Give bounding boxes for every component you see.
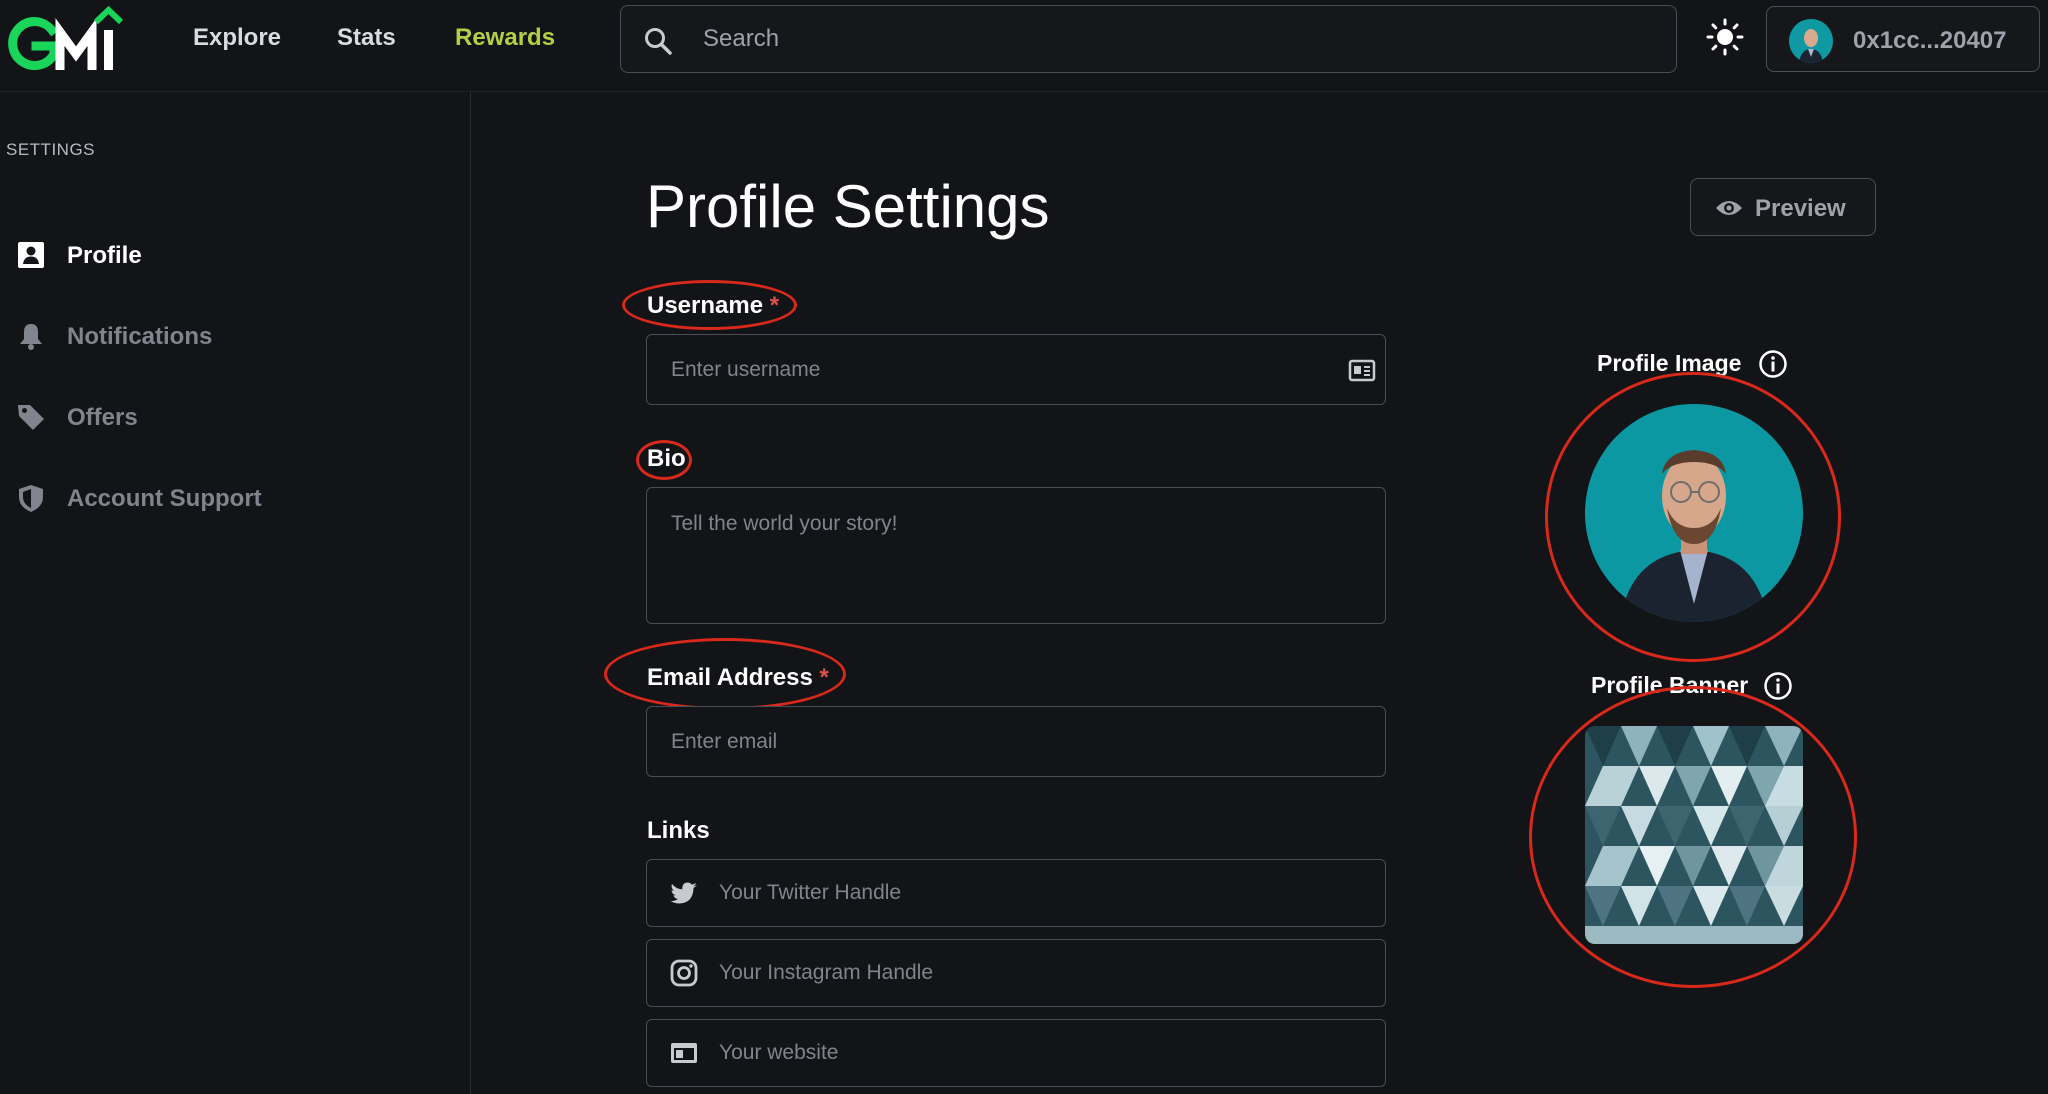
required-mark: * bbox=[819, 664, 829, 691]
instagram-field[interactable] bbox=[646, 939, 1386, 1007]
search-bar[interactable] bbox=[620, 5, 1677, 73]
wallet-button[interactable]: 0x1cc...20407 bbox=[1766, 6, 2040, 72]
sidebar-item-label: Account Support bbox=[67, 485, 262, 512]
avatar bbox=[1789, 19, 1833, 63]
preview-label: Preview bbox=[1755, 195, 1846, 222]
website-icon bbox=[669, 1038, 699, 1068]
email-label: Email Address * bbox=[647, 664, 829, 692]
email-input[interactable] bbox=[671, 707, 1361, 776]
top-header: Explore Stats Rewards 0x1 bbox=[0, 0, 2048, 92]
instagram-icon bbox=[669, 958, 699, 988]
profile-card-icon bbox=[16, 240, 46, 270]
email-label-text: Email Address bbox=[647, 664, 813, 691]
website-input[interactable] bbox=[719, 1020, 1359, 1086]
bio-field[interactable] bbox=[646, 487, 1386, 624]
sidebar-item-label: Profile bbox=[67, 242, 142, 269]
nav-stats[interactable]: Stats bbox=[337, 24, 396, 52]
eye-icon bbox=[1715, 196, 1743, 220]
twitter-input[interactable] bbox=[719, 860, 1359, 926]
preview-button[interactable]: Preview bbox=[1690, 178, 1876, 236]
twitter-icon bbox=[669, 878, 699, 908]
search-input[interactable] bbox=[703, 6, 1643, 72]
instagram-input[interactable] bbox=[719, 940, 1359, 1006]
bio-textarea[interactable] bbox=[671, 512, 1361, 612]
gmi-logo[interactable] bbox=[8, 4, 130, 76]
website-field[interactable] bbox=[646, 1019, 1386, 1087]
bio-label: Bio bbox=[647, 445, 686, 472]
info-icon[interactable] bbox=[1758, 349, 1788, 379]
username-label: Username * bbox=[647, 292, 779, 320]
required-mark: * bbox=[769, 292, 780, 319]
profile-image-label: Profile Image bbox=[1597, 350, 1742, 376]
sidebar-item-notifications[interactable]: Notifications bbox=[0, 306, 471, 366]
profile-image[interactable] bbox=[1585, 404, 1803, 622]
wallet-address: 0x1cc...20407 bbox=[1853, 27, 2007, 54]
settings-sidebar: SETTINGS Profile Notifications Offers Ac… bbox=[0, 92, 471, 1094]
sidebar-title: SETTINGS bbox=[6, 140, 96, 159]
username-label-text: Username bbox=[647, 292, 764, 319]
username-input[interactable] bbox=[671, 335, 1311, 404]
profile-banner-label: Profile Banner bbox=[1591, 672, 1749, 698]
sidebar-item-profile[interactable]: Profile bbox=[0, 225, 471, 285]
nav-rewards[interactable]: Rewards bbox=[455, 24, 555, 52]
search-icon bbox=[643, 26, 673, 56]
info-icon[interactable] bbox=[1763, 671, 1793, 701]
sidebar-item-account-support[interactable]: Account Support bbox=[0, 468, 471, 528]
page-title: Profile Settings bbox=[646, 173, 1050, 240]
links-label: Links bbox=[647, 817, 710, 844]
twitter-field[interactable] bbox=[646, 859, 1386, 927]
tag-icon bbox=[16, 402, 46, 432]
bell-icon bbox=[16, 321, 46, 351]
sun-icon[interactable] bbox=[1706, 18, 1744, 56]
username-field[interactable] bbox=[646, 334, 1386, 405]
sidebar-item-label: Offers bbox=[67, 404, 138, 431]
sidebar-item-label: Notifications bbox=[67, 323, 213, 350]
id-card-icon bbox=[1347, 355, 1377, 385]
profile-banner-image[interactable] bbox=[1585, 726, 1803, 944]
shield-icon bbox=[16, 483, 46, 513]
email-field[interactable] bbox=[646, 706, 1386, 777]
nav-explore[interactable]: Explore bbox=[193, 24, 281, 52]
sidebar-item-offers[interactable]: Offers bbox=[0, 387, 471, 447]
